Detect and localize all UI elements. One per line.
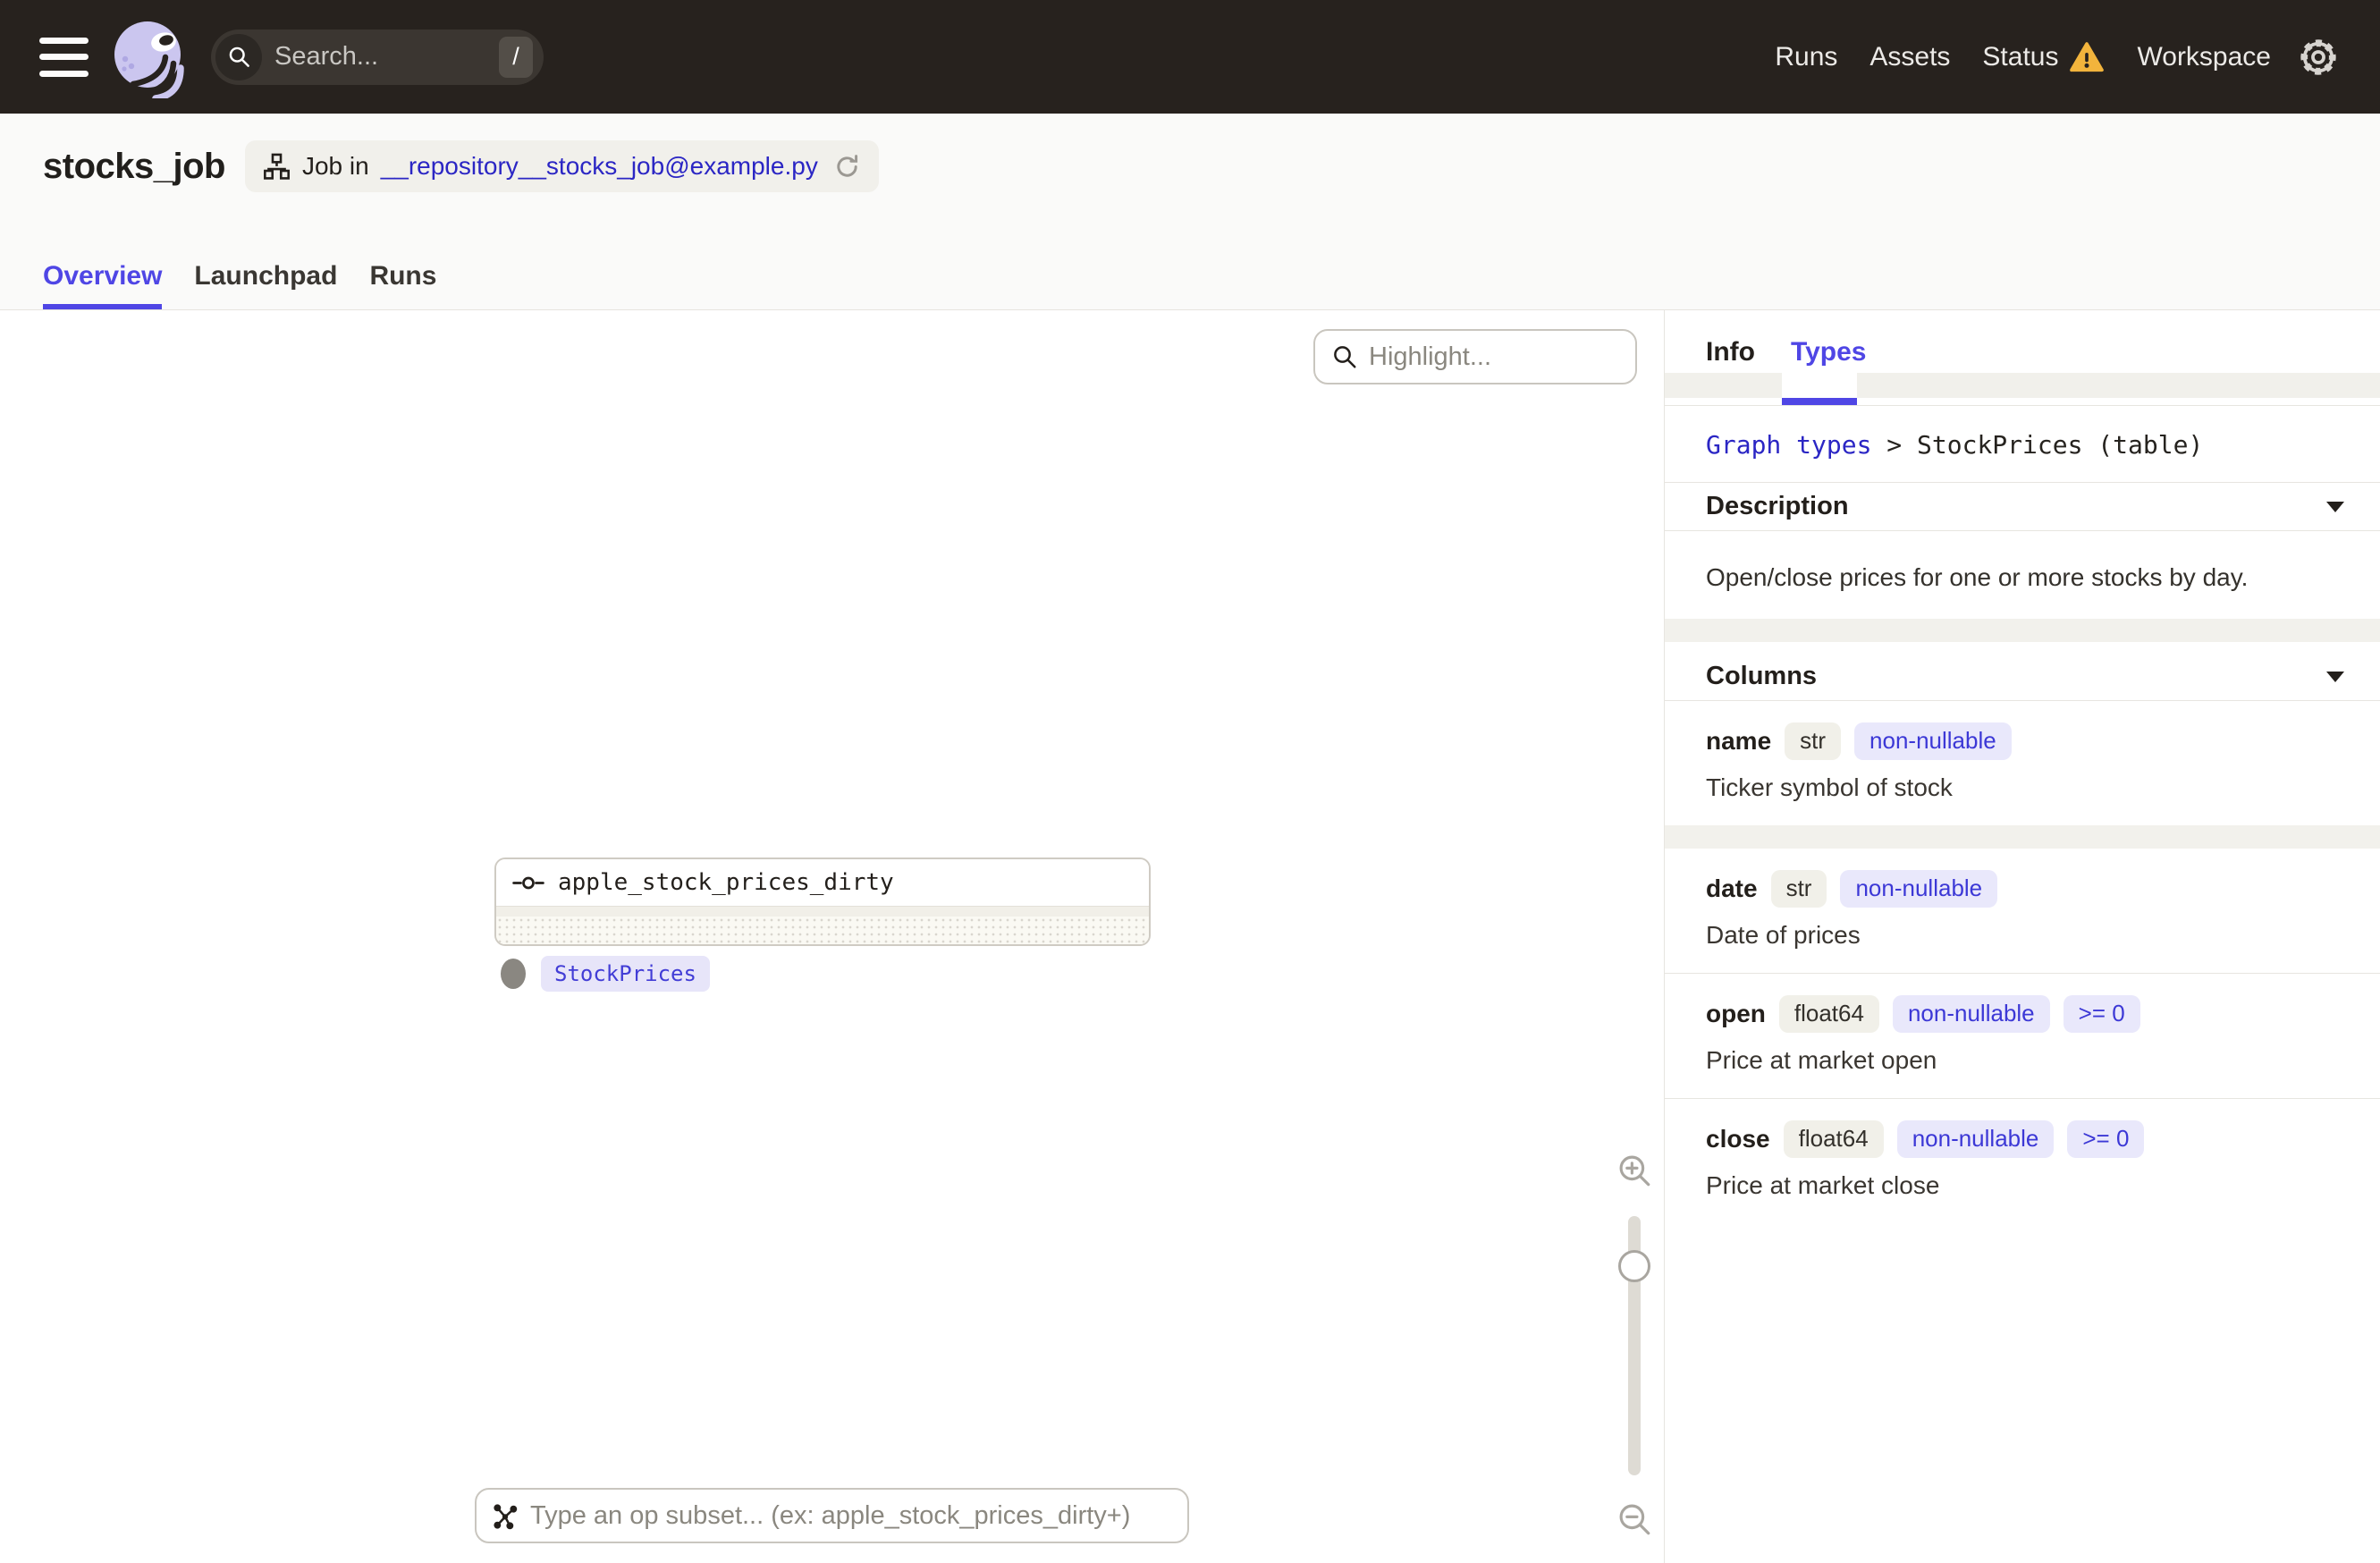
column-type-badge: str — [1785, 722, 1842, 761]
column-entry: name str non-nullable Ticker symbol of s… — [1665, 701, 2380, 825]
breadcrumb: Graph types > StockPrices (table) — [1665, 406, 2380, 483]
constraint-badge: >= 0 — [2063, 995, 2140, 1034]
navbar-links: Runs Assets Status Workspace — [1775, 39, 2271, 75]
op-icon — [512, 875, 544, 891]
graph-subset-icon — [491, 1501, 519, 1530]
sidepanel-tabs: Info Types — [1665, 310, 2380, 373]
op-subset-input[interactable] — [530, 1500, 1173, 1531]
columns-list: name str non-nullable Ticker symbol of s… — [1665, 701, 2380, 1223]
op-node-strip — [496, 906, 1149, 917]
constraint-badge: non-nullable — [1892, 995, 2050, 1034]
menu-icon[interactable] — [39, 37, 89, 77]
column-description: Ticker symbol of stock — [1706, 773, 1953, 802]
columns-title: Columns — [1706, 662, 1818, 691]
job-origin-prefix: Job in — [301, 152, 369, 180]
nav-status-link[interactable]: Status — [1982, 39, 2105, 75]
tab-overview[interactable]: Overview — [43, 261, 163, 309]
highlight-input[interactable] — [1369, 342, 1621, 372]
column-name: open — [1706, 1000, 1766, 1028]
page-title: stocks_job — [43, 146, 225, 186]
tab-info[interactable]: Info — [1706, 337, 1755, 368]
tabstrip-gray-band — [1665, 373, 2380, 398]
column-head: name str non-nullable — [1706, 722, 2339, 761]
constraint-badge: non-nullable — [1840, 870, 1998, 908]
main-content: apple_stock_prices_dirty StockPrices — [0, 310, 2380, 1563]
op-output-row: StockPrices — [501, 956, 710, 992]
description-section-header[interactable]: Description — [1665, 483, 2380, 531]
column-description: Price at market close — [1706, 1170, 1940, 1199]
description-text: Open/close prices for one or more stocks… — [1706, 563, 2249, 591]
type-sidepanel: Info Types Graph types > StockPrices (ta… — [1665, 310, 2380, 1563]
tab-runs[interactable]: Runs — [369, 261, 436, 309]
column-name: name — [1706, 727, 1772, 756]
section-separator — [1665, 825, 2380, 849]
op-node[interactable]: apple_stock_prices_dirty — [494, 858, 1151, 946]
search-input[interactable] — [274, 42, 499, 72]
constraint-badge: >= 0 — [2067, 1120, 2145, 1158]
chevron-down-icon — [2326, 671, 2344, 682]
column-entry: open float64 non-nullable >= 0 Price at m… — [1665, 974, 2380, 1098]
column-entry: date str non-nullable Date of prices — [1665, 849, 2380, 973]
zoom-in-icon[interactable] — [1616, 1152, 1653, 1189]
job-origin-link[interactable]: __repository__stocks_job@example.py — [381, 152, 818, 181]
columns-section-header[interactable]: Columns — [1665, 653, 2380, 702]
column-head: date str non-nullable — [1706, 870, 2339, 908]
op-graph-canvas[interactable]: apple_stock_prices_dirty StockPrices — [0, 310, 1665, 1563]
column-badges: non-nullable >= 0 — [1892, 995, 2140, 1034]
description-title: Description — [1706, 492, 1849, 520]
gear-icon[interactable] — [2298, 37, 2339, 78]
highlight-search — [1313, 329, 1637, 384]
breadcrumb-current: > StockPrices (table) — [1871, 430, 2204, 460]
column-type-badge: str — [1770, 870, 1827, 908]
warning-icon — [2069, 39, 2105, 75]
search-icon — [1331, 343, 1358, 370]
op-node-label: apple_stock_prices_dirty — [558, 869, 894, 896]
column-badges: non-nullable — [1854, 722, 2012, 761]
canvas-zoom-slider[interactable] — [1614, 1216, 1655, 1475]
zoom-slider-knob[interactable] — [1618, 1250, 1650, 1282]
section-separator — [1665, 619, 2380, 643]
column-entry: close float64 non-nullable >= 0 Price at … — [1665, 1099, 2380, 1223]
column-badges: non-nullable — [1840, 870, 1998, 908]
op-node-header: apple_stock_prices_dirty — [496, 859, 1149, 906]
reload-icon[interactable] — [833, 153, 861, 181]
sidepanel-tabstrip — [1665, 373, 2380, 406]
dagster-logo-icon[interactable] — [107, 16, 190, 102]
output-port-icon[interactable] — [501, 959, 526, 989]
page-tabs: Overview Launchpad Runs — [43, 261, 436, 309]
tab-types[interactable]: Types — [1791, 337, 1866, 368]
search-shortcut-badge: / — [499, 36, 533, 78]
constraint-badge: non-nullable — [1854, 722, 2012, 761]
page-header: stocks_job Job in __repository__stocks_j… — [0, 114, 2380, 310]
column-description: Date of prices — [1706, 921, 1861, 950]
nav-assets-link[interactable]: Assets — [1869, 42, 1950, 72]
column-description: Price at market open — [1706, 1046, 1937, 1075]
chevron-down-icon — [2326, 501, 2344, 512]
breadcrumb-graph-types-link[interactable]: Graph types — [1706, 430, 1871, 460]
column-head: close float64 non-nullable >= 0 — [1706, 1120, 2339, 1158]
output-type-tag[interactable]: StockPrices — [541, 956, 710, 992]
search-icon — [215, 33, 262, 80]
zoom-out-icon[interactable] — [1616, 1500, 1653, 1538]
constraint-badge: non-nullable — [1896, 1120, 2055, 1158]
column-type-badge: float64 — [1778, 995, 1879, 1034]
canvas-zoom-controls — [1614, 1152, 1655, 1538]
op-node-body — [496, 917, 1149, 944]
column-name: close — [1706, 1125, 1770, 1153]
column-name: date — [1706, 874, 1758, 903]
global-search: / — [211, 29, 544, 85]
nav-workspace-link[interactable]: Workspace — [2137, 42, 2271, 72]
op-subset-filter — [475, 1488, 1189, 1543]
column-badges: non-nullable >= 0 — [1896, 1120, 2145, 1158]
tab-launchpad[interactable]: Launchpad — [194, 261, 337, 309]
column-head: open float64 non-nullable >= 0 — [1706, 995, 2339, 1034]
title-row: stocks_job Job in __repository__stocks_j… — [0, 114, 2380, 192]
job-graph-icon — [263, 153, 291, 181]
top-navbar: / Runs Assets Status Workspace — [0, 0, 2380, 114]
column-type-badge: float64 — [1783, 1120, 1884, 1158]
active-tab-underline — [1782, 398, 1857, 405]
nav-runs-link[interactable]: Runs — [1775, 42, 1837, 72]
dagster-app: { "navbar": { "search_placeholder": "Sea… — [0, 0, 2380, 1563]
job-origin-pill: Job in __repository__stocks_job@example.… — [244, 140, 879, 192]
